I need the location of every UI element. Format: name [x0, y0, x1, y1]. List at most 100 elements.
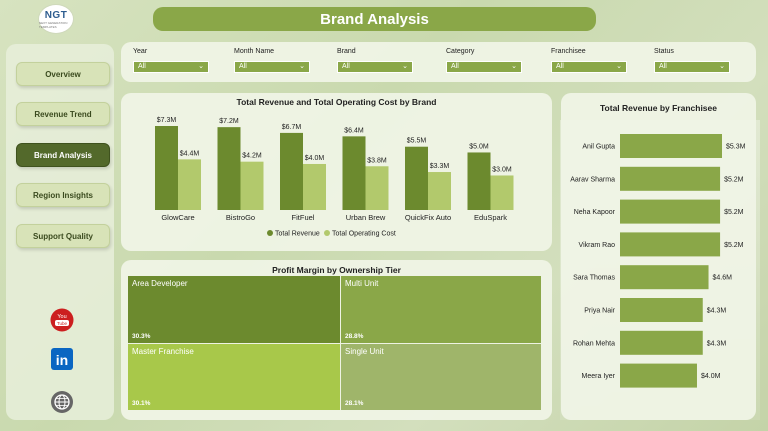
franchisee-bar[interactable]	[620, 134, 722, 158]
nav-overview-button[interactable]: Overview	[16, 62, 110, 86]
filter-label: Franchisee	[551, 48, 586, 55]
bar-data-label: $5.0M	[469, 143, 489, 150]
x-tick-label: GlowCare	[161, 213, 194, 222]
brand-revenue-cost-chart: Total Revenue and Total Operating Cost b…	[121, 93, 552, 251]
bar-data-label: $4.0M	[305, 155, 325, 162]
treemap-cell[interactable]: Single Unit 28.1%	[341, 344, 541, 410]
filter-category: Category All ⌄	[446, 46, 522, 73]
youtube-text: You	[57, 314, 66, 320]
filter-label: Year	[133, 48, 148, 55]
filter-brand: Brand All ⌄	[337, 46, 413, 73]
treemap-cell[interactable]: Master Franchise 30.1%	[128, 344, 340, 410]
bar-data-label: $5.2M	[724, 242, 744, 249]
youtube-icon[interactable]: You Tube	[50, 308, 74, 332]
x-tick-label: FitFuel	[292, 213, 315, 222]
bar-operating-cost[interactable]	[178, 159, 201, 210]
bar-operating-cost[interactable]	[240, 161, 264, 210]
franchisee-bar[interactable]	[620, 232, 721, 257]
filter-year: Year All ⌄	[133, 46, 209, 73]
bar-data-label: $4.6M	[713, 275, 733, 282]
franchisee-chart-svg: Anil Gupta $5.3M Aarav Sharma $5.2M Neha Kap…	[570, 134, 746, 388]
bar-operating-cost[interactable]	[490, 175, 514, 210]
bar-data-label: $5.2M	[724, 209, 744, 216]
bar-operating-cost[interactable]	[428, 172, 451, 210]
treemap-cell[interactable]: Area Developer 30.3%	[128, 276, 340, 343]
year-dropdown[interactable]: All ⌄	[133, 61, 209, 73]
nav-brand-analysis-button[interactable]: Brand Analysis	[16, 143, 110, 167]
logo-text: NGT	[44, 9, 68, 21]
franchisee-bar[interactable]	[620, 363, 697, 388]
legend-label: Total Revenue	[275, 231, 320, 238]
x-tick-label: Urban Brew	[346, 213, 386, 222]
bar-operating-cost[interactable]	[365, 166, 389, 210]
chevron-down-icon: ⌄	[402, 63, 408, 70]
dropdown-value: All	[556, 63, 564, 70]
bar-revenue[interactable]	[280, 132, 303, 210]
nav-region-insights-button[interactable]: Region Insights	[16, 183, 110, 207]
status-dropdown[interactable]: All ⌄	[654, 61, 730, 73]
bar-revenue[interactable]	[405, 146, 428, 210]
treemap-cell-label: Area Developer	[132, 279, 188, 288]
chevron-down-icon: ⌄	[511, 63, 517, 70]
bar-revenue[interactable]	[342, 136, 366, 210]
linkedin-text: in	[56, 352, 68, 368]
bar-data-label: $6.7M	[282, 124, 302, 131]
brand-dropdown[interactable]: All ⌄	[337, 61, 413, 73]
bar-data-label: $4.2M	[242, 153, 262, 160]
bar-data-label: $6.4M	[344, 127, 364, 134]
bar-revenue[interactable]	[155, 126, 178, 210]
filter-month-name: Month Name All ⌄	[234, 46, 310, 73]
chevron-down-icon: ⌄	[616, 63, 622, 70]
y-tick-label: Priya Nair	[584, 308, 615, 315]
y-tick-label: Meera Iyer	[582, 373, 616, 380]
bar-data-label: $5.2M	[724, 176, 744, 183]
dropdown-value: All	[138, 63, 146, 70]
legend-marker	[267, 230, 273, 236]
y-tick-label: Sara Thomas	[573, 275, 615, 282]
dropdown-value: All	[451, 63, 459, 70]
chevron-down-icon: ⌄	[719, 63, 725, 70]
filter-label: Category	[446, 48, 475, 55]
nav-revenue-trend-button[interactable]: Revenue Trend	[16, 102, 110, 126]
company-logo: NGT NEXT GENERATION TEMPLATES	[38, 4, 74, 34]
bar-data-label: $5.5M	[407, 138, 427, 145]
treemap-cell[interactable]: Multi Unit 28.8%	[341, 276, 541, 343]
franchisee-bar[interactable]	[620, 298, 703, 322]
filter-label: Status	[654, 48, 674, 55]
nav-support-quality-button[interactable]: Support Quality	[16, 224, 110, 248]
franchisee-bar[interactable]	[620, 265, 709, 290]
x-tick-label: BistroGo	[226, 213, 255, 222]
bar-revenue[interactable]	[467, 152, 491, 210]
y-tick-label: Anil Gupta	[582, 144, 615, 151]
bar-data-label: $7.2M	[219, 118, 239, 125]
franchisee-bar[interactable]	[620, 166, 721, 191]
brand-chart-svg: $7.3M $4.4M GlowCare $7.2M $4.2M BistroGo $6.7…	[155, 117, 514, 238]
globe-icon[interactable]	[50, 390, 74, 414]
logo-subtext: NEXT GENERATION TEMPLATES	[39, 20, 68, 29]
bar-operating-cost[interactable]	[303, 163, 326, 210]
filter-bar: Year All ⌄ Month Name All ⌄ Brand All ⌄ Cat…	[121, 42, 756, 82]
category-dropdown[interactable]: All ⌄	[446, 61, 522, 73]
y-tick-label: Vikram Rao	[579, 242, 616, 249]
y-tick-label: Aarav Sharma	[570, 176, 615, 183]
filter-label: Month Name	[234, 48, 275, 55]
bar-data-label: $3.0M	[492, 166, 512, 173]
month-name-dropdown[interactable]: All ⌄	[234, 61, 310, 73]
franchisee-dropdown[interactable]: All ⌄	[551, 61, 627, 73]
bar-data-label: $4.3M	[707, 308, 727, 315]
franchisee-bar[interactable]	[620, 330, 703, 355]
bar-data-label: $3.3M	[430, 163, 450, 170]
treemap-cell-label: Master Franchise	[132, 347, 194, 356]
franchisee-bar[interactable]	[620, 199, 721, 224]
franchisee-revenue-chart: Total Revenue by Franchisee Anil Gupta $5…	[561, 93, 756, 420]
chevron-down-icon: ⌄	[299, 63, 305, 70]
bar-data-label: $3.8M	[367, 157, 387, 164]
sidebar: Overview Revenue Trend Brand Analysis Re…	[6, 44, 114, 420]
bar-revenue[interactable]	[217, 127, 241, 210]
chart-title: Profit Margin by Ownership Tier	[272, 265, 401, 275]
linkedin-icon[interactable]: in	[50, 347, 74, 371]
bar-data-label: $4.0M	[701, 373, 721, 380]
x-tick-label: QuickFix Auto	[405, 213, 451, 222]
page-title: Brand Analysis	[153, 7, 596, 31]
treemap-cell-value: 28.8%	[345, 333, 364, 340]
